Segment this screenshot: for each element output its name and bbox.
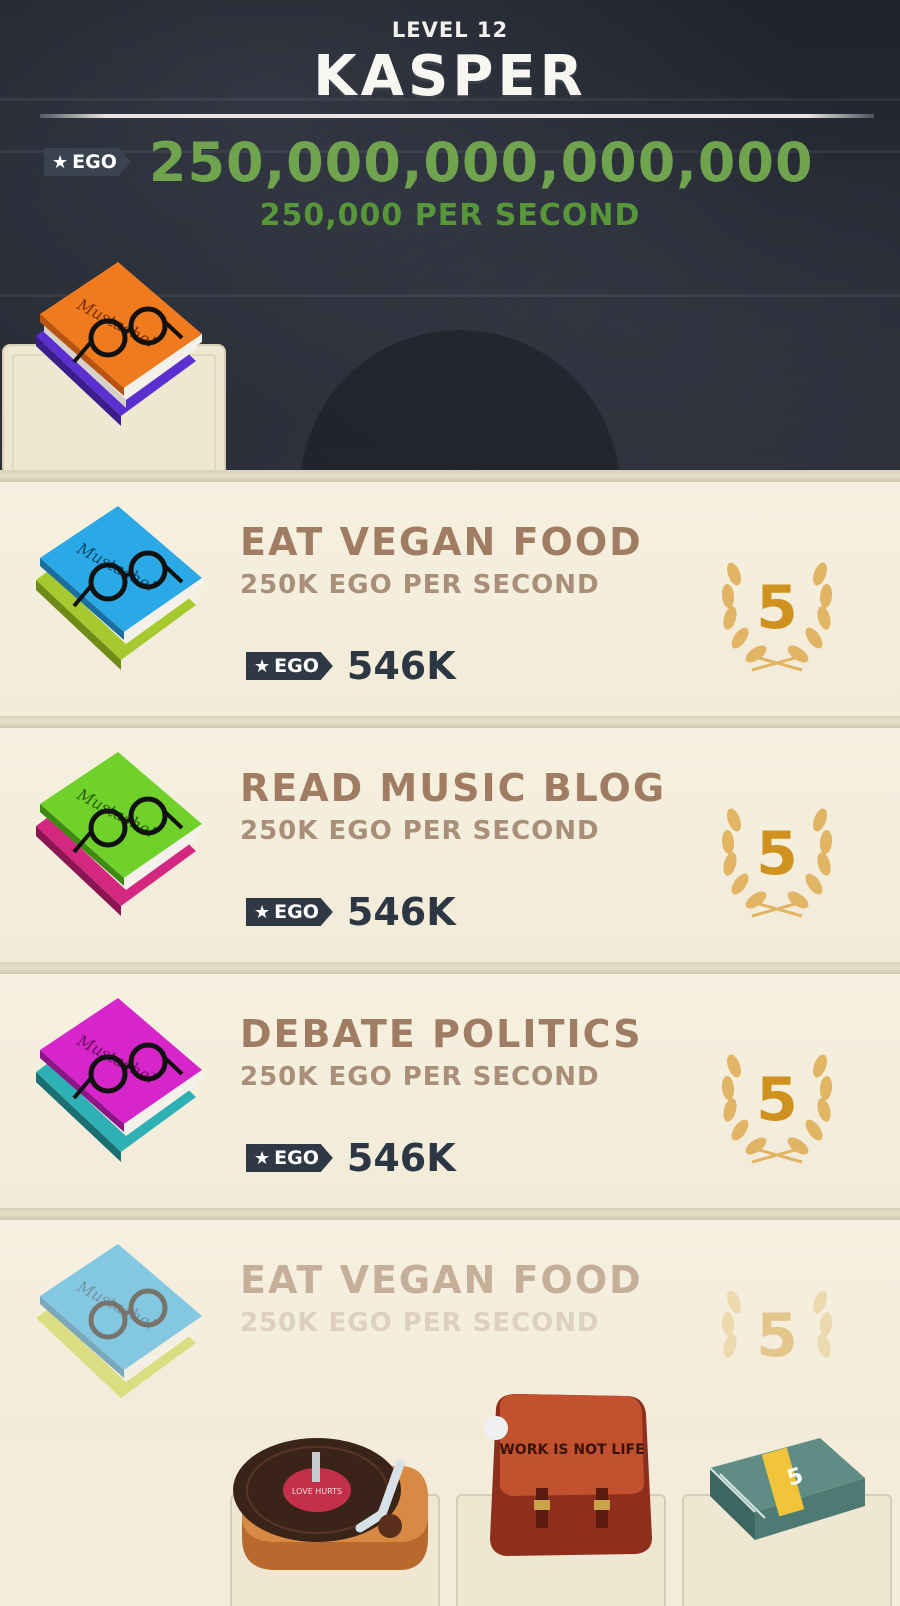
cost-value: 546K — [346, 1136, 456, 1180]
ego-badge: ★ EGO — [44, 148, 131, 176]
ego-badge-label: EGO — [274, 655, 319, 677]
upgrade-title: DEBATE POLITICS — [240, 1012, 643, 1056]
upgrade-row[interactable]: Mustache! DEBATE POLITICS 250K EGO PER S… — [0, 974, 900, 1208]
bottom-tab-bar: LOVE HURTS WORK IS NOT LIFE 5 — [0, 1394, 900, 1606]
ego-total: 250,000,000,000,000 — [148, 130, 814, 194]
section-divider — [0, 962, 900, 974]
player-name: KASPER — [313, 44, 587, 109]
laurel-level-icon: 5 — [721, 808, 833, 918]
upgrade-cost: ★ EGO 546K — [246, 644, 456, 688]
star-icon: ★ — [254, 901, 271, 923]
ego-badge-label: EGO — [274, 901, 319, 923]
upgrade-rate: 250K EGO PER SECOND — [240, 816, 600, 846]
cost-value: 546K — [346, 890, 456, 934]
cost-value: 546K — [346, 644, 456, 688]
upgrade-title: EAT VEGAN FOOD — [240, 1258, 643, 1302]
ego-badge-label: EGO — [274, 1147, 319, 1169]
star-icon: ★ — [254, 655, 271, 677]
upgrade-cost: ★ EGO 546K — [246, 1136, 456, 1180]
bag-slogan: WORK IS NOT LIFE — [499, 1442, 644, 1458]
ego-badge-label: EGO — [72, 151, 117, 173]
upgrade-rate: 250K EGO PER SECOND — [240, 1062, 600, 1092]
ego-badge: ★ EGO — [246, 1144, 333, 1172]
player-level: LEVEL 12 — [391, 18, 509, 42]
orange-book-icon[interactable]: Mustache! — [16, 256, 206, 436]
header-divider — [40, 114, 874, 118]
star-icon: ★ — [52, 151, 69, 173]
upgrade-cost: ★ EGO 546K — [246, 890, 456, 934]
laurel-level-icon: 5 — [721, 1290, 833, 1371]
blue-book-icon: Mustache! — [36, 506, 202, 670]
record-label: LOVE HURTS — [292, 1487, 342, 1496]
messenger-bag-icon[interactable]: WORK IS NOT LIFE — [476, 1388, 666, 1578]
section-divider — [0, 716, 900, 728]
upgrade-row[interactable]: Mustache! EAT VEGAN FOOD 250K EGO PER SE… — [0, 482, 900, 716]
level-number: 5 — [756, 573, 798, 643]
section-divider — [0, 470, 900, 482]
upgrade-title: READ MUSIC BLOG — [240, 766, 667, 810]
ego-total-row: ★ EGO 250,000,000,000,000 — [44, 131, 814, 194]
upgrade-rate: 250K EGO PER SECOND — [240, 1308, 600, 1338]
upgrade-row[interactable]: Mustache! READ MUSIC BLOG 250K EGO PER S… — [0, 728, 900, 962]
record-player-icon[interactable]: LOVE HURTS — [232, 1428, 432, 1578]
laurel-level-icon: 5 — [721, 562, 833, 672]
ego-rate: 250,000 PER SECOND — [259, 198, 641, 233]
section-divider — [0, 1208, 900, 1220]
ego-badge: ★ EGO — [246, 898, 333, 926]
upgrade-title: EAT VEGAN FOOD — [240, 520, 643, 564]
green-book-icon: Mustache! — [36, 752, 202, 916]
upgrade-rate: 250K EGO PER SECOND — [240, 570, 600, 600]
ego-badge: ★ EGO — [246, 652, 333, 680]
character-silhouette — [300, 330, 620, 470]
blue-book-icon: Mustache! — [36, 1244, 202, 1398]
level-number: 5 — [756, 1301, 798, 1371]
level-number: 5 — [756, 1065, 798, 1135]
magenta-book-icon: Mustache! — [36, 998, 202, 1162]
cash-stack-icon[interactable]: 5 — [700, 1428, 870, 1558]
star-icon: ★ — [254, 1147, 271, 1169]
level-number: 5 — [756, 819, 798, 889]
laurel-level-icon: 5 — [721, 1054, 833, 1164]
